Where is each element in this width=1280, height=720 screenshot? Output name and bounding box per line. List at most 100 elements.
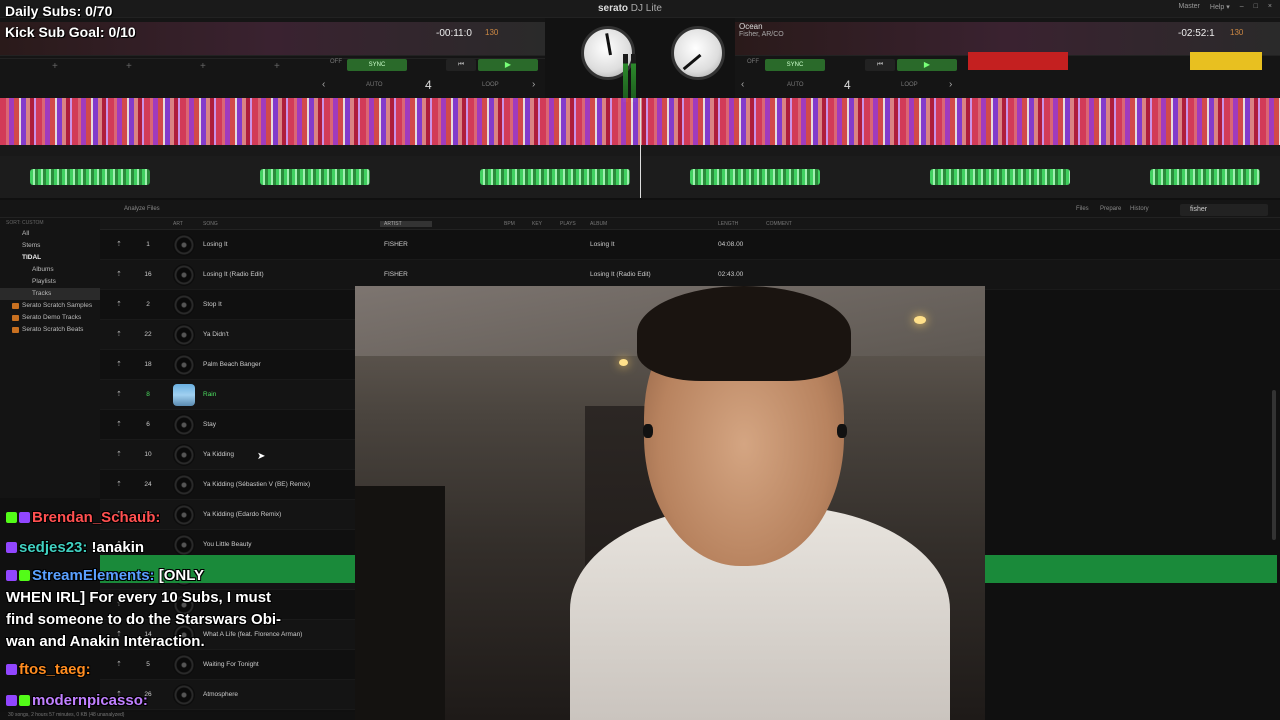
song-title: Palm Beach Banger [203, 361, 261, 368]
deck-right-loop: ‹ AUTO 4 LOOP › [735, 78, 1280, 96]
track-table-header: ART SONG ARTIST BPM KEY PLAYS ALBUM LENG… [100, 218, 1280, 230]
sidebar-item-albums[interactable]: Albums [0, 264, 100, 276]
close-icon[interactable]: × [1268, 3, 1272, 11]
sidebar-crate-scratch-beats[interactable]: Serato Scratch Beats [0, 324, 100, 336]
hot-cue-red[interactable] [968, 52, 1068, 70]
album-art [173, 414, 195, 436]
sidebar-item-playlists[interactable]: Playlists [0, 276, 100, 288]
album-art [173, 324, 195, 346]
pin-icon[interactable]: ⇡ [116, 450, 122, 458]
sidebar-crate-scratch-samples[interactable]: Serato Scratch Samples [0, 300, 100, 312]
album-art [173, 354, 195, 376]
deck-left-sync-button[interactable]: SYNC [347, 59, 407, 71]
album-art [173, 444, 195, 466]
col-song[interactable]: SONG [203, 221, 218, 227]
cue-add-icon[interactable]: + [52, 61, 58, 72]
tab-files[interactable]: Files [1076, 206, 1089, 212]
track-number: 22 [144, 331, 152, 338]
library-toolbar: Analyze Files Files Prepare History [0, 200, 1280, 218]
col-length[interactable]: LENGTH [718, 221, 738, 227]
table-row[interactable]: ⇡ 1 Losing It FISHER Losing It 04:08.00 [100, 230, 1280, 260]
col-album[interactable]: ALBUM [590, 221, 607, 227]
chat-message: sedjes23: !anakin [6, 537, 144, 559]
deck-left-prev-button[interactable]: ⏮ [446, 59, 476, 71]
artist-name: FISHER [384, 241, 408, 248]
pin-icon[interactable]: ⇡ [116, 270, 122, 278]
table-row[interactable]: ⇡ 6 Stay [100, 410, 355, 440]
tab-history[interactable]: History [1130, 206, 1149, 212]
playhead [640, 98, 641, 198]
library-sidebar: SORT: CUSTOM All Stems TIDAL Albums Play… [0, 218, 100, 498]
sidebar-item-tracks[interactable]: Tracks [0, 288, 100, 300]
kick-sub-goal: Kick Sub Goal: 0/10 [5, 24, 136, 40]
loop-right-arrow-icon[interactable]: › [532, 79, 535, 90]
col-bpm[interactable]: BPM [504, 221, 515, 227]
help-menu[interactable]: Help ▾ [1210, 3, 1230, 11]
pin-icon[interactable]: ⇡ [116, 240, 122, 248]
deck-right-play-button[interactable]: ▶ [897, 59, 957, 71]
sidebar-item-tidal[interactable]: TIDAL [0, 252, 100, 264]
album-art [173, 264, 195, 286]
mixer [545, 18, 735, 102]
loop-label[interactable]: LOOP [482, 82, 499, 88]
maximize-icon[interactable]: □ [1254, 3, 1258, 11]
track-number: 24 [144, 481, 152, 488]
track-number: 6 [146, 421, 150, 428]
table-row[interactable]: ⇡ 22 Ya Didn't [100, 320, 355, 350]
hot-cue-yellow[interactable] [1190, 52, 1262, 70]
cue-add-icon[interactable]: + [200, 61, 206, 72]
col-plays[interactable]: PLAYS [560, 221, 576, 227]
cue-add-icon[interactable]: + [126, 61, 132, 72]
album-art [173, 294, 195, 316]
loop-label[interactable]: LOOP [901, 82, 918, 88]
minimize-icon[interactable]: – [1240, 3, 1244, 11]
pin-icon[interactable]: ⇡ [116, 300, 122, 308]
sidebar-item-stems[interactable]: Stems [0, 240, 100, 252]
sidebar-crate-demo-tracks[interactable]: Serato Demo Tracks [0, 312, 100, 324]
track-list-scrollbar[interactable] [1272, 390, 1276, 540]
pin-icon[interactable]: ⇡ [116, 480, 122, 488]
loop-right-arrow-icon[interactable]: › [949, 79, 952, 90]
deck-left-off[interactable]: OFF [330, 59, 342, 65]
col-artist[interactable]: ARTIST [380, 221, 432, 227]
loop-left-arrow-icon[interactable]: ‹ [741, 79, 744, 90]
track-number: 10 [144, 451, 152, 458]
table-row[interactable]: ⇡ 10 Ya Kidding [100, 440, 355, 470]
deck-right-prev-button[interactable]: ⏮ [865, 59, 895, 71]
gain-knob-right[interactable] [671, 26, 725, 80]
pin-icon[interactable]: ⇡ [116, 390, 122, 398]
deck-left-play-button[interactable]: ▶ [478, 59, 538, 71]
col-key[interactable]: KEY [532, 221, 542, 227]
auto-label[interactable]: AUTO [787, 82, 804, 88]
pin-icon[interactable]: ⇡ [116, 420, 122, 428]
auto-label[interactable]: AUTO [366, 82, 383, 88]
analyze-files-button[interactable]: Analyze Files [124, 206, 160, 212]
sidebar-item-all[interactable]: All [0, 228, 100, 240]
table-row[interactable]: ⇡ 8 Rain [100, 380, 355, 410]
deck-right-sync-button[interactable]: SYNC [765, 59, 825, 71]
table-row[interactable]: ⇡ 18 Palm Beach Banger [100, 350, 355, 380]
chat-message: StreamElements: [ONLY [6, 565, 204, 587]
track-length: 04:08.00 [718, 241, 744, 248]
deck-right-off[interactable]: OFF [747, 59, 759, 65]
track-number: 1 [146, 241, 150, 248]
album-art [173, 234, 195, 256]
tab-prepare[interactable]: Prepare [1100, 206, 1121, 212]
cue-add-icon[interactable]: + [274, 61, 280, 72]
col-comment[interactable]: COMMENT [766, 221, 792, 227]
loop-left-arrow-icon[interactable]: ‹ [322, 79, 325, 90]
deck-right-time: -02:52:1 [1178, 28, 1215, 39]
master-label: Master [1178, 3, 1200, 10]
pin-icon[interactable]: ⇡ [116, 330, 122, 338]
song-title: Stay [203, 421, 217, 428]
webcam-overlay [355, 286, 985, 720]
deck-left-loop: ‹ AUTO 4 LOOP › [0, 78, 545, 96]
album-name: Losing It (Radio Edit) [590, 271, 651, 278]
chat-message-continued: wan and Anakin Interaction. [6, 633, 205, 650]
search-input[interactable]: fisher [1180, 204, 1268, 216]
song-title: Stop It [203, 301, 222, 308]
table-row[interactable]: ⇡ 2 Stop It [100, 290, 355, 320]
col-art[interactable]: ART [173, 221, 183, 227]
daily-subs-counter: Daily Subs: 0/70 [5, 3, 113, 19]
pin-icon[interactable]: ⇡ [116, 360, 122, 368]
